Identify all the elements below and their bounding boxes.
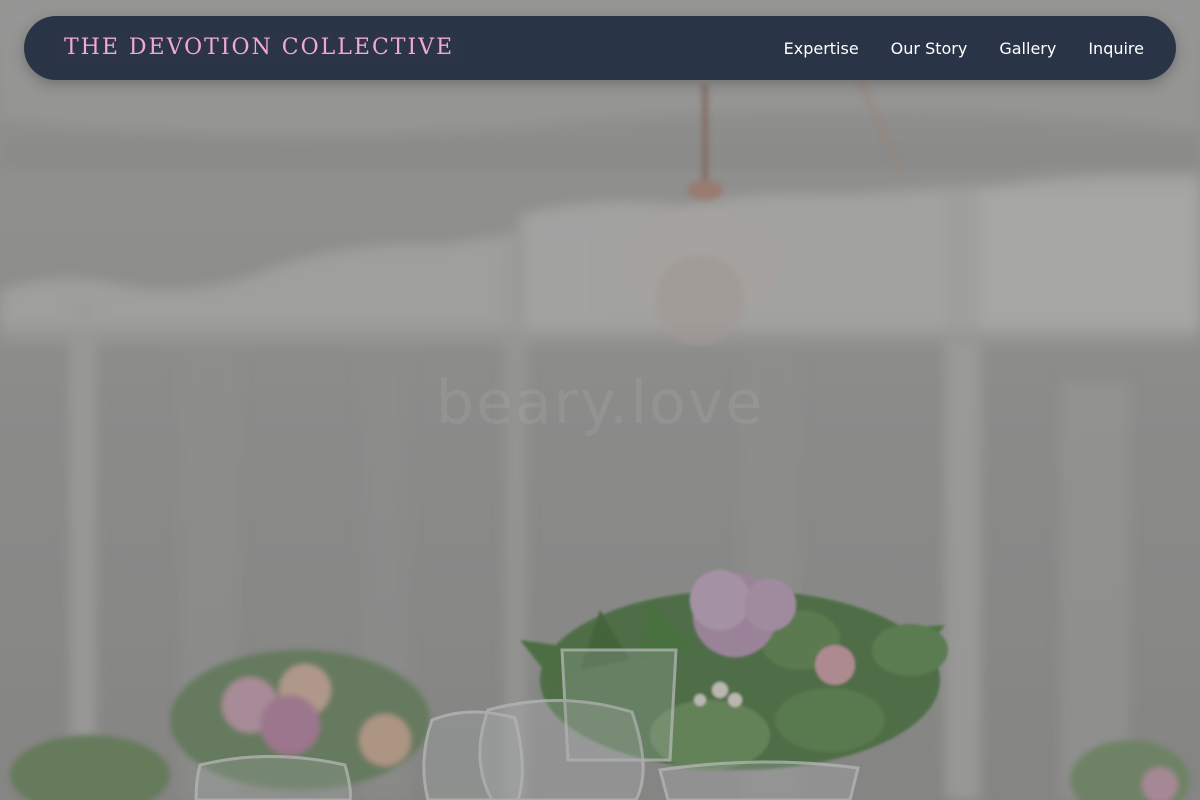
hero-background-image: beary.love bbox=[0, 0, 1200, 800]
top-navigation-bar: THE DEVOTION COLLECTIVE Expertise Our St… bbox=[24, 16, 1176, 80]
nav-link-our-story[interactable]: Our Story bbox=[891, 39, 968, 58]
nav-link-inquire[interactable]: Inquire bbox=[1088, 39, 1144, 58]
brand-logo-link[interactable]: THE DEVOTION COLLECTIVE bbox=[56, 32, 463, 64]
nav-links: Expertise Our Story Gallery Inquire bbox=[784, 39, 1144, 58]
nav-link-gallery[interactable]: Gallery bbox=[999, 39, 1056, 58]
nav-link-expertise[interactable]: Expertise bbox=[784, 39, 859, 58]
watermark-text: beary.love bbox=[435, 368, 765, 438]
